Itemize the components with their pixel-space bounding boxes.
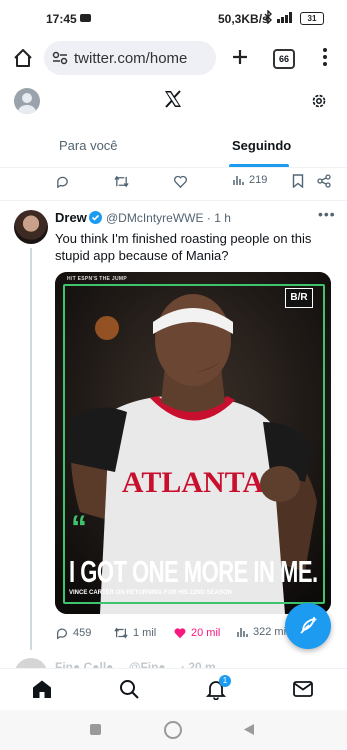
system-navigation	[0, 710, 347, 750]
retweet-button[interactable]: 1 mil	[113, 626, 156, 640]
recents-icon[interactable]	[90, 724, 101, 735]
views-icon	[237, 628, 248, 637]
reply-button[interactable]: 459	[55, 626, 91, 640]
more-options-icon[interactable]: •••	[318, 206, 336, 222]
tab-switcher-button[interactable]: 66	[273, 49, 295, 69]
nav-messages-icon[interactable]	[293, 680, 313, 698]
tweet-text: You think I'm finished roasting people o…	[55, 231, 312, 263]
author-handle-meta[interactable]: @DMcIntyreWWE · 1 h	[106, 211, 231, 225]
browser-menu-icon[interactable]	[322, 47, 328, 67]
signal-icon	[277, 11, 297, 23]
tab-for-you[interactable]: Para você	[59, 138, 118, 153]
battery-icon: 31	[300, 12, 324, 25]
back-icon[interactable]	[243, 723, 255, 736]
bluetooth-icon	[263, 10, 273, 24]
url-text: twitter.com/home	[74, 50, 188, 67]
tab-following[interactable]: Seguindo	[232, 138, 291, 153]
reply-icon	[57, 628, 67, 640]
screen-record-icon	[80, 14, 91, 22]
retweet-count: 1 mil	[133, 627, 157, 639]
media-subline: VINCE CARTER ON RETURNING FOR HIS 22ND S…	[69, 590, 233, 596]
reply-icon[interactable]	[55, 174, 70, 189]
author-name[interactable]: Drew	[55, 210, 87, 225]
quote-marks-icon: “	[71, 509, 87, 545]
views-count: 322 mi	[253, 626, 287, 638]
twitter-header: Para você Seguindo	[0, 78, 347, 168]
br-logo: B/R	[285, 288, 313, 308]
author-avatar[interactable]	[14, 210, 48, 244]
like-count: 20 mil	[191, 627, 221, 639]
views-icon	[233, 176, 244, 185]
views-button[interactable]: 322 mi	[237, 626, 286, 638]
browser-toolbar: twitter.com/home 66	[0, 38, 347, 78]
tweet[interactable]: Drew @DMcIntyreWWE · 1 h ••• You think I…	[0, 200, 347, 650]
bookmark-icon[interactable]	[292, 174, 304, 188]
status-bar: 17:45 50,3KB/s 31	[0, 0, 347, 38]
bottom-navigation: 1	[0, 668, 347, 709]
home-icon[interactable]	[12, 47, 34, 69]
author-handle: @DMcIntyreWWE	[106, 211, 204, 225]
x-logo-icon[interactable]	[163, 89, 183, 109]
media-credit: H/T ESPN'S THE JUMP	[67, 276, 127, 282]
address-bar[interactable]: twitter.com/home	[44, 41, 216, 75]
network-speed: 50,3KB/s	[218, 12, 269, 26]
settings-gear-icon[interactable]	[311, 93, 327, 109]
views-button[interactable]: 219	[233, 174, 267, 186]
like-filled-icon	[174, 628, 186, 639]
profile-avatar[interactable]	[14, 88, 40, 114]
tweet-time: · 1 h	[206, 211, 231, 225]
retweet-icon[interactable]	[113, 174, 130, 189]
notification-badge: 1	[219, 675, 231, 687]
reply-count: 459	[73, 627, 92, 639]
share-icon[interactable]	[317, 174, 331, 188]
new-tab-icon[interactable]	[230, 47, 250, 67]
views-count: 219	[249, 174, 268, 186]
prev-tweet-actions: 219	[0, 174, 347, 196]
like-button[interactable]: 20 mil	[173, 626, 220, 640]
like-icon[interactable]	[173, 174, 188, 189]
site-settings-icon[interactable]	[52, 51, 68, 65]
thread-line	[30, 248, 32, 650]
nav-home-icon[interactable]	[32, 679, 52, 699]
compose-feather-icon	[298, 616, 318, 636]
compose-tweet-button[interactable]	[285, 603, 331, 649]
status-time: 17:45	[46, 12, 77, 26]
header-divider	[0, 167, 347, 168]
media-headline: I GOT ONE MORE IN ME.	[69, 554, 318, 589]
nav-search-icon[interactable]	[119, 679, 139, 699]
verified-badge-icon	[89, 211, 102, 224]
retweet-icon	[114, 627, 128, 639]
tweet-media-image[interactable]: ATLANTA H/T ESPN'S THE JUMP B/R “ I GOT …	[55, 272, 331, 614]
home-circle-icon[interactable]	[164, 721, 182, 739]
